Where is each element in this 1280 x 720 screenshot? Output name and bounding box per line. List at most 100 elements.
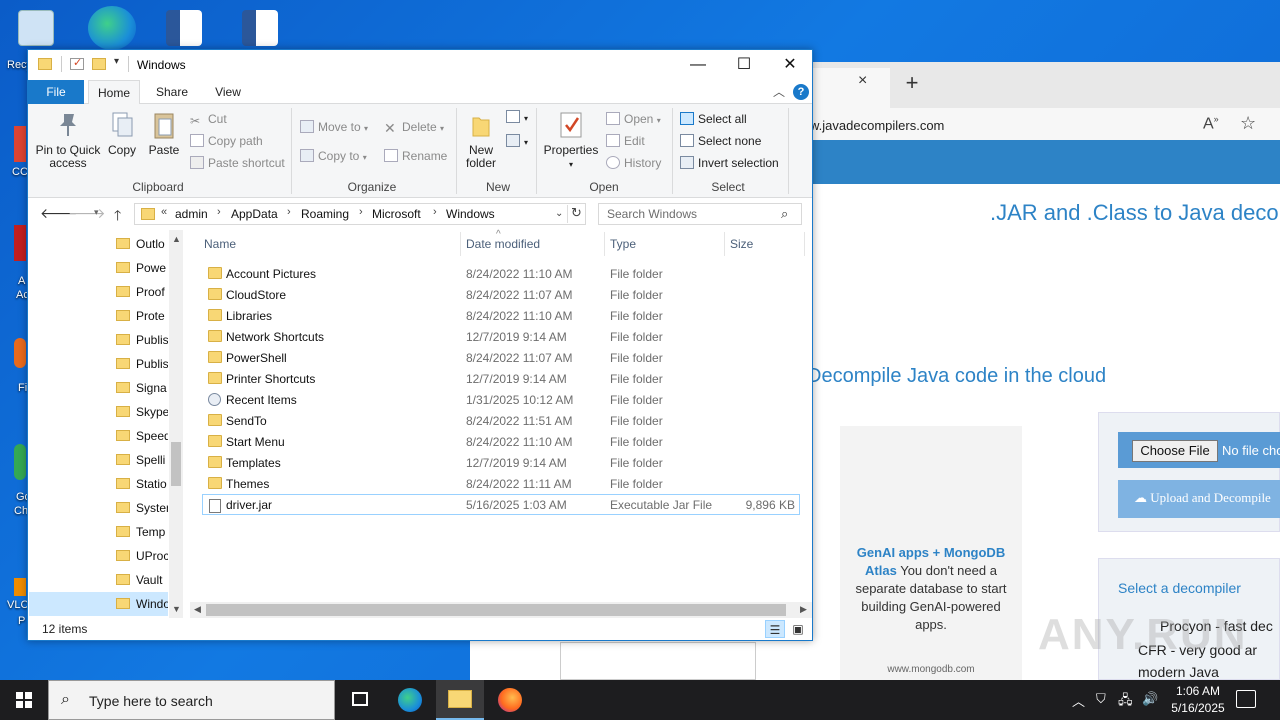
chrome-desktop-icon[interactable] bbox=[14, 444, 26, 480]
volume-icon[interactable]: 🔊 bbox=[1142, 691, 1158, 707]
recycle-bin-icon[interactable] bbox=[16, 10, 56, 46]
edge-desktop-icon[interactable] bbox=[88, 6, 136, 50]
column-name[interactable]: Name bbox=[204, 237, 236, 251]
address-dropdown-chevron-icon[interactable]: ⌄ bbox=[555, 208, 563, 219]
explorer-titlebar[interactable]: ✓ ▾ Windows — ☐ ✕ bbox=[28, 50, 812, 80]
copy-to-button[interactable]: Copy to ▾ bbox=[300, 149, 367, 163]
ribbon-collapse-chevron-icon[interactable]: ︿ bbox=[773, 83, 785, 100]
taskbar-search-box[interactable]: ⌕ Type here to search bbox=[48, 680, 335, 720]
nav-item[interactable]: Prote bbox=[116, 304, 168, 328]
breadcrumb-chevron-icon[interactable]: › bbox=[217, 206, 221, 218]
start-button[interactable] bbox=[0, 680, 48, 720]
file-row[interactable]: Templates 12/7/2019 9:14 AM File folder bbox=[202, 452, 800, 473]
up-arrow-icon[interactable]: 🡑 bbox=[114, 205, 121, 229]
new-folder-button[interactable]: New folder bbox=[460, 110, 502, 170]
scroll-down-arrow-icon[interactable]: ▼ bbox=[172, 604, 181, 614]
recent-locations-chevron-icon[interactable]: ▾ bbox=[94, 207, 99, 218]
large-icons-view-icon[interactable]: ▣ bbox=[788, 620, 808, 638]
pin-quick-access-button[interactable]: Pin to Quick access bbox=[32, 110, 104, 170]
network-icon[interactable]: 🖧 bbox=[1118, 691, 1133, 713]
acrobat-icon[interactable] bbox=[14, 225, 26, 261]
file-row[interactable]: SendTo 8/24/2022 11:51 AM File folder bbox=[202, 410, 800, 431]
tab-close-icon[interactable]: × bbox=[858, 72, 867, 90]
select-none-button[interactable]: Select none bbox=[680, 134, 761, 148]
refresh-icon[interactable]: ↻ bbox=[571, 205, 582, 221]
tab-share[interactable]: Share bbox=[148, 80, 196, 105]
paste-button[interactable]: Paste bbox=[146, 110, 182, 157]
column-divider[interactable] bbox=[724, 232, 725, 256]
scroll-up-arrow-icon[interactable]: ▲ bbox=[172, 234, 181, 244]
nav-item[interactable]: Powe bbox=[116, 256, 168, 280]
edit-button[interactable]: Edit bbox=[606, 134, 645, 148]
ccleaner-icon[interactable] bbox=[14, 126, 26, 162]
maximize-button[interactable]: ☐ bbox=[721, 50, 767, 80]
column-size[interactable]: Size bbox=[730, 237, 753, 251]
ad-url[interactable]: www.mongodb.com bbox=[854, 664, 1008, 675]
delete-button[interactable]: ✕ Delete ▾ bbox=[384, 120, 444, 136]
rename-button[interactable]: Rename bbox=[384, 149, 447, 163]
notifications-icon[interactable] bbox=[1236, 690, 1256, 708]
nav-item[interactable]: Publis bbox=[116, 328, 168, 352]
breadcrumb-microsoft[interactable]: Microsoft bbox=[372, 207, 421, 221]
favorite-star-icon[interactable]: ☆ bbox=[1240, 113, 1256, 134]
column-divider[interactable] bbox=[604, 232, 605, 256]
properties-button[interactable]: Properties ▾ bbox=[540, 110, 602, 171]
file-row-selected[interactable]: driver.jar 5/16/2025 1:03 AM Executable … bbox=[202, 494, 800, 515]
vlc-desktop-icon[interactable] bbox=[14, 578, 26, 596]
file-row[interactable]: CloudStore 8/24/2022 11:07 AM File folde… bbox=[202, 284, 800, 305]
new-tab-icon[interactable]: + bbox=[894, 70, 930, 96]
clock[interactable]: 1:06 AM 5/16/2025 bbox=[1160, 683, 1236, 717]
open-button[interactable]: Open ▾ bbox=[606, 112, 661, 126]
breadcrumb-admin[interactable]: admin bbox=[175, 207, 208, 221]
nav-item[interactable]: Spelli bbox=[116, 448, 168, 472]
search-box[interactable]: Search Windows ⌕ bbox=[598, 203, 802, 225]
tab-view[interactable]: View bbox=[204, 80, 252, 105]
copy-path-button[interactable]: Copy path bbox=[190, 134, 263, 148]
security-tray-icon[interactable]: ⛉ bbox=[1096, 691, 1106, 707]
qa-customize-chevron-icon[interactable]: ▾ bbox=[114, 56, 119, 67]
file-row[interactable]: Start Menu 8/24/2022 11:10 AM File folde… bbox=[202, 431, 800, 452]
details-view-icon[interactable]: ☰ bbox=[765, 620, 785, 638]
invert-selection-button[interactable]: Invert selection bbox=[680, 156, 779, 170]
nav-item[interactable]: Outlo bbox=[116, 232, 168, 256]
close-button[interactable]: ✕ bbox=[767, 50, 813, 80]
scroll-left-arrow-icon[interactable]: ◀ bbox=[194, 604, 201, 615]
taskbar-edge[interactable] bbox=[386, 680, 434, 720]
breadcrumb-chevron-icon[interactable]: › bbox=[287, 206, 291, 218]
nav-item[interactable]: Proof bbox=[116, 280, 168, 304]
breadcrumb-appdata[interactable]: AppData bbox=[231, 207, 278, 221]
copy-button[interactable]: Copy bbox=[104, 110, 140, 157]
nav-item[interactable]: Statio bbox=[116, 472, 168, 496]
read-aloud-icon[interactable]: A» bbox=[1203, 114, 1219, 133]
easy-access-button[interactable]: ▾ bbox=[506, 134, 528, 148]
column-divider[interactable] bbox=[804, 232, 805, 256]
nav-item[interactable]: Speed bbox=[116, 424, 168, 448]
firefox-desktop-icon[interactable] bbox=[14, 338, 26, 368]
browser-url[interactable]: w.javadecompilers.com bbox=[810, 118, 944, 133]
breadcrumb-roaming[interactable]: Roaming bbox=[301, 207, 349, 221]
nav-item[interactable]: Signa bbox=[116, 376, 168, 400]
file-row[interactable]: Libraries 8/24/2022 11:10 AM File folder bbox=[202, 305, 800, 326]
column-date-modified[interactable]: Date modified bbox=[466, 237, 540, 251]
address-bar[interactable]: « admin › AppData › Roaming › Microsoft … bbox=[134, 203, 586, 225]
history-button[interactable]: History bbox=[606, 156, 661, 170]
nav-pane-scrollbar[interactable] bbox=[169, 230, 183, 618]
properties-qa-icon[interactable]: ✓ bbox=[70, 57, 84, 70]
breadcrumb-chevron-icon[interactable]: › bbox=[359, 206, 363, 218]
scroll-right-arrow-icon[interactable]: ▶ bbox=[800, 604, 807, 615]
file-row[interactable]: Network Shortcuts 12/7/2019 9:14 AM File… bbox=[202, 326, 800, 347]
file-row[interactable]: Account Pictures 8/24/2022 11:10 AM File… bbox=[202, 263, 800, 284]
file-row[interactable]: Themes 8/24/2022 11:11 AM File folder bbox=[202, 473, 800, 494]
word-doc-icon-2[interactable] bbox=[240, 10, 280, 46]
word-doc-icon-1[interactable] bbox=[164, 10, 204, 46]
horizontal-scroll-thumb[interactable] bbox=[206, 604, 786, 616]
show-hidden-icons-chevron-icon[interactable]: ︿ bbox=[1072, 691, 1085, 710]
column-type[interactable]: Type bbox=[610, 237, 636, 251]
task-view-button[interactable] bbox=[336, 680, 384, 720]
nav-item-selected[interactable]: Windo bbox=[29, 592, 168, 616]
nav-item[interactable]: Temp bbox=[116, 520, 168, 544]
nav-item[interactable]: Vault bbox=[116, 568, 168, 592]
nav-item[interactable]: Skype bbox=[116, 400, 168, 424]
select-all-button[interactable]: Select all bbox=[680, 112, 747, 126]
choose-file-button[interactable]: Choose File bbox=[1132, 440, 1218, 462]
